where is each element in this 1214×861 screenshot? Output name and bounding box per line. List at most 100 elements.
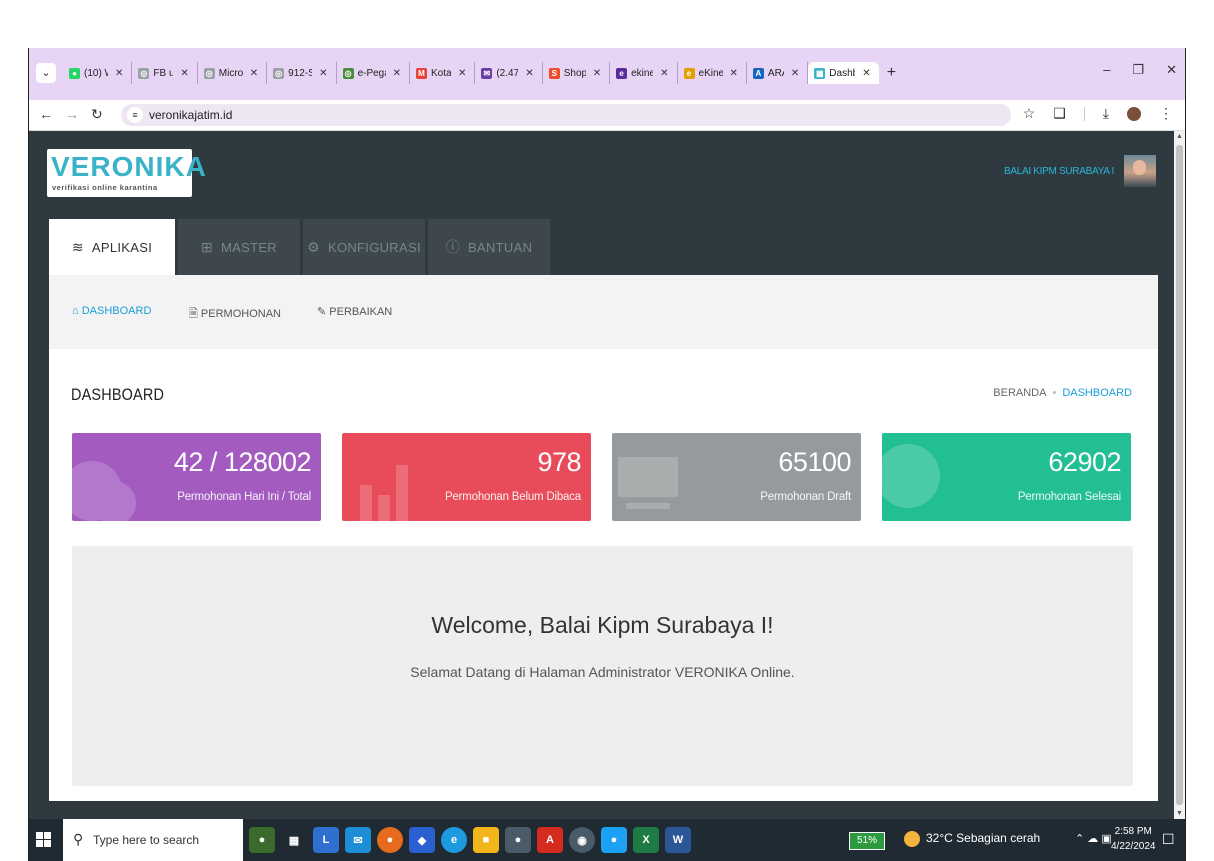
site-info-icon[interactable]: ≡: [127, 107, 143, 123]
maximize-icon[interactable]: ❐: [1132, 62, 1144, 78]
stat-card[interactable]: 42 / 128002 Permohonan Hari Ini / Total: [72, 433, 321, 521]
close-tab-icon[interactable]: ✕: [730, 68, 738, 79]
bookmark-star-icon[interactable]: ☆: [1023, 105, 1036, 122]
address-bar[interactable]: ≡ veronikajatim.id: [121, 104, 1011, 126]
back-icon[interactable]: ←: [39, 106, 53, 122]
excel-icon[interactable]: X: [633, 827, 659, 853]
browser-tab[interactable]: ✉(2.473 ✕: [475, 62, 543, 84]
acrobat-icon[interactable]: A: [537, 827, 563, 853]
screenshot-frame: ⌄ ●(10) W✕◎FB unc✕◎Micros✕◎912-Su✕◎e-Peg…: [0, 0, 1214, 861]
tab-list: ●(10) W✕◎FB unc✕◎Micros✕◎912-Su✕◎e-Pega✕…: [63, 62, 896, 84]
stat-card[interactable]: 62902 Permohonan Selesai: [882, 433, 1131, 521]
file-explorer-icon[interactable]: ■: [473, 827, 499, 853]
app-icon[interactable]: ◆: [409, 827, 435, 853]
breadcrumb-separator: •: [1052, 387, 1057, 399]
scrollbar-thumb[interactable]: [1176, 145, 1183, 805]
user-menu[interactable]: BALAI KIPM SURABAYA I: [1004, 155, 1156, 187]
close-tab-icon[interactable]: ✕: [525, 68, 533, 79]
page-scrollbar[interactable]: ▲ ▼: [1174, 131, 1185, 819]
lync-icon[interactable]: L: [313, 827, 339, 853]
firefox-icon[interactable]: ●: [377, 827, 403, 853]
window-controls: – ❐ ✕: [1103, 62, 1177, 78]
weather-widget[interactable]: 32°C Sebagian cerah: [904, 831, 1040, 847]
menu-kebab-icon[interactable]: ⋮: [1159, 105, 1173, 122]
task-view-icon[interactable]: ▦: [281, 827, 307, 853]
close-tab-icon[interactable]: ✕: [660, 68, 668, 79]
subnav-item-perbaikan[interactable]: ✎ PERBAIKAN: [317, 305, 392, 318]
veronika-logo[interactable]: VERONIKA verifikasi online karantina: [47, 149, 206, 197]
stat-card[interactable]: 65100 Permohonan Draft: [612, 433, 861, 521]
browser-tab[interactable]: eeKiner ✕: [678, 62, 747, 84]
close-tab-icon[interactable]: ✕: [115, 68, 123, 79]
tab-search-chevron-icon[interactable]: ⌄: [36, 63, 56, 83]
globe-icon: ◎: [138, 67, 150, 79]
tray-chevron-icon[interactable]: ⌃: [1075, 833, 1084, 845]
subnav-item-dashboard[interactable]: ⌂ DASHBOARD: [72, 305, 151, 317]
browser-tab[interactable]: ◎FB unc ✕: [132, 62, 198, 84]
user-avatar[interactable]: [1124, 155, 1156, 187]
stat-value: 42 / 128002: [173, 447, 312, 477]
forward-icon[interactable]: →: [65, 106, 79, 122]
ekinerja-icon: e: [616, 67, 628, 79]
extensions-icon[interactable]: ❑: [1053, 105, 1066, 122]
close-tab-icon[interactable]: ✕: [180, 68, 188, 79]
browser-tab[interactable]: AARA ✕: [747, 62, 809, 84]
scroll-down-icon[interactable]: ▼: [1176, 810, 1183, 817]
stat-card[interactable]: 978 Permohonan Belum Dibaca: [342, 433, 591, 521]
browser-tab[interactable]: ▦Dashb ✕: [808, 62, 879, 84]
browser-tab-title: Dashb: [829, 67, 855, 79]
taskbar-clock[interactable]: 2:58 PM 4/22/2024: [1111, 824, 1156, 854]
close-tab-icon[interactable]: ✕: [319, 68, 327, 79]
cloud-icon[interactable]: ☁: [1087, 833, 1098, 845]
browser-tab[interactable]: ◎Micros ✕: [198, 62, 268, 84]
stat-cards: 42 / 128002 Permohonan Hari Ini / Total 97…: [72, 433, 1131, 521]
tab-aplikasi[interactable]: ≋ APLIKASI: [49, 219, 175, 275]
widgets-icon[interactable]: ●: [249, 827, 275, 853]
main-tabs: ≋ APLIKASI ⊞ MASTER ⚙ KONFIGURASI ⓘ BANTUAN: [49, 219, 553, 275]
close-tab-icon[interactable]: ✕: [791, 68, 799, 79]
chrome-profile-icon[interactable]: ●: [505, 827, 531, 853]
taskbar-search-box[interactable]: ⚲ Type here to search: [63, 819, 243, 861]
user-name[interactable]: BALAI KIPM SURABAYA I: [1004, 166, 1114, 177]
word-icon[interactable]: W: [665, 827, 691, 853]
pencil-icon: ✎: [317, 306, 327, 318]
browser-tab[interactable]: ◎e-Pega ✕: [337, 62, 410, 84]
layers-icon: ≋: [71, 238, 84, 255]
close-tab-icon[interactable]: ✕: [393, 68, 401, 79]
tab-master[interactable]: ⊞ MASTER: [178, 219, 300, 275]
reload-icon[interactable]: ↻: [91, 106, 103, 123]
maps-icon[interactable]: ●: [601, 827, 627, 853]
mail-app-icon[interactable]: ✉: [345, 827, 371, 853]
tab-bantuan[interactable]: ⓘ BANTUAN: [428, 219, 550, 275]
tab-konfigurasi[interactable]: ⚙ KONFIGURASI: [303, 219, 425, 275]
new-tab-icon[interactable]: +: [887, 62, 896, 84]
download-icon[interactable]: ⤓: [1103, 105, 1109, 122]
system-tray[interactable]: ⌃ ☁ ▣: [1075, 832, 1112, 845]
browser-tab[interactable]: eekiner ✕: [610, 62, 678, 84]
close-tab-icon[interactable]: ✕: [458, 68, 466, 79]
browser-tab[interactable]: MKotak ✕: [410, 62, 476, 84]
close-tab-icon[interactable]: ✕: [250, 68, 258, 79]
weather-text: 32°C Sebagian cerah: [926, 831, 1041, 846]
browser-tab[interactable]: ● (10) W ✕: [63, 62, 133, 84]
close-window-icon[interactable]: ✕: [1166, 62, 1177, 78]
subnav-item-permohonan[interactable]: 🗎 PERMOHONAN: [189, 305, 281, 324]
stat-card-decoration-icon: [618, 457, 678, 509]
battery-indicator[interactable]: 51%: [849, 832, 885, 850]
subnav-label: PERMOHONAN: [200, 308, 281, 320]
close-tab-icon[interactable]: ✕: [593, 68, 601, 79]
scroll-up-icon[interactable]: ▲: [1176, 133, 1183, 140]
minimize-icon[interactable]: –: [1103, 62, 1110, 78]
edge-icon[interactable]: e: [441, 827, 467, 853]
chrome-icon[interactable]: ◉: [569, 827, 595, 853]
browser-tab-title: 912-Su: [288, 67, 313, 79]
browser-tab[interactable]: SShope ✕: [543, 62, 611, 84]
windows-start-icon[interactable]: [36, 832, 52, 848]
welcome-panel: Welcome, Balai Kipm Surabaya I! Selamat …: [72, 546, 1133, 786]
notification-center-icon[interactable]: ☐: [1162, 831, 1175, 848]
browser-tab[interactable]: ◎912-Su ✕: [267, 62, 337, 84]
breadcrumb-home[interactable]: BERANDA: [993, 387, 1046, 399]
close-tab-icon[interactable]: ✕: [862, 68, 870, 79]
stat-value: 62902: [1048, 447, 1121, 477]
profile-avatar-icon[interactable]: [1127, 106, 1141, 121]
